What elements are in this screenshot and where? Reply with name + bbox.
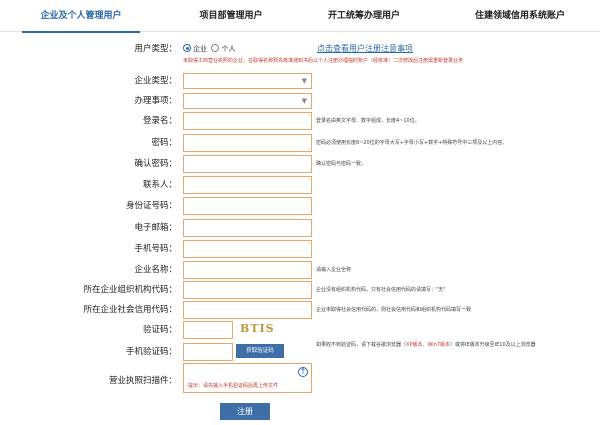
- user-type-row: 用户类型： 企业 个人 点击查看用户注册注意事项: [0, 43, 600, 55]
- registration-notice-link[interactable]: 点击查看用户注册注意事项: [317, 43, 413, 55]
- email-label: 电子邮箱：: [134, 223, 177, 233]
- password-label: 密码：: [151, 138, 177, 148]
- confirm-password-hint: 确认密码与密码一致。: [316, 161, 367, 167]
- sms-code-input[interactable]: [183, 343, 233, 361]
- id-number-label: 身份证号码：: [125, 201, 177, 211]
- phone-input[interactable]: [183, 240, 312, 258]
- password-hint: 密码必须使用长度8~20位的字母大写+字母小写+数字+特殊符号中三项及以上内容。: [316, 140, 508, 146]
- contact-row: 联系人：: [0, 176, 600, 194]
- password-row: 密码： 密码必须使用长度8~20位的字母大写+字母小写+数字+特殊符号中三项及以…: [0, 134, 600, 152]
- chevron-down-icon: ▼: [301, 97, 307, 105]
- upload-arrow-icon[interactable]: ↑: [298, 367, 308, 377]
- company-type-label: 企业类型：: [134, 76, 177, 86]
- business-item-row: 办理事项： ▼: [0, 92, 600, 110]
- license-scan-label: 营业执照扫描件：: [108, 376, 177, 386]
- credit-code-hint: 企业未取得社会信用代码的，则社会信用代码和组织机构代码填写一致: [316, 307, 472, 313]
- password-input[interactable]: [183, 134, 312, 152]
- credit-code-input[interactable]: [183, 301, 312, 319]
- phone-label: 手机号码：: [134, 244, 177, 254]
- sms-code-label: 手机验证码：: [125, 347, 177, 357]
- sms-hint-text-a: 如果收不到验证码，请下载谷歌浏览器（: [316, 342, 407, 348]
- radio-enterprise[interactable]: [183, 44, 191, 52]
- company-name-input[interactable]: [183, 261, 312, 279]
- login-name-label: 登录名：: [142, 116, 177, 126]
- radio-personal[interactable]: [211, 44, 220, 52]
- company-name-row: 企业名称： 请输入企业全称: [0, 261, 600, 279]
- phone-row: 手机号码：: [0, 240, 600, 258]
- tab-bar: 企业及个人管理用户 项目部管理用户 开工统筹办理用户 住建领域信用系统账户: [0, 0, 600, 33]
- org-code-row: 所在企业组织机构代码： 企业没有组织机构代码，只有社会信用代码的请填写："无": [0, 281, 600, 299]
- sms-hint-versions: XP版本、Win7版本: [406, 342, 451, 348]
- contact-label: 联系人：: [142, 180, 177, 190]
- company-type-select[interactable]: ▼: [183, 73, 312, 89]
- org-code-hint: 企业没有组织机构代码，只有社会信用代码的请填写："无": [316, 287, 446, 293]
- tab-construction-coordination-users[interactable]: 开工统筹办理用户: [305, 0, 423, 32]
- captcha-input[interactable]: [183, 321, 233, 339]
- id-number-row: 身份证号码：: [0, 197, 600, 215]
- login-name-input[interactable]: [183, 112, 312, 130]
- captcha-label: 验证码：: [142, 325, 177, 335]
- user-type-label: 用户类型：: [134, 44, 177, 54]
- confirm-password-label: 确认密码：: [134, 159, 177, 169]
- user-type-radio-group: 企业 个人: [183, 43, 235, 55]
- login-name-row: 登录名： 登录名由英文字母、数字组成，长度4~10位。: [0, 112, 600, 130]
- tab-enterprise-personal-users[interactable]: 企业及个人管理用户: [22, 0, 140, 33]
- registration-warning-note: 未取得工商营业执照的企业，在取得名称预先核准通知书后以个人注册办理临时账户（经核…: [183, 58, 464, 64]
- confirm-password-row: 确认密码： 确认密码与密码一致。: [0, 155, 600, 173]
- login-name-hint: 登录名由英文字母、数字组成，长度4~10位。: [316, 118, 420, 124]
- license-upload-box[interactable]: ↑ 提示：请先输入手机验证码后再上传文件: [183, 363, 312, 393]
- id-number-input[interactable]: [183, 197, 312, 215]
- register-button[interactable]: 注册: [220, 403, 270, 420]
- tab-project-department-users[interactable]: 项目部管理用户: [172, 0, 290, 32]
- company-name-label: 企业名称：: [134, 265, 177, 275]
- org-code-input[interactable]: [183, 281, 312, 299]
- sms-hint-text-b: ）或将IE版本升级至IE10及以上浏览器: [450, 342, 536, 348]
- business-item-select[interactable]: ▼: [183, 93, 312, 109]
- confirm-password-input[interactable]: [183, 155, 312, 173]
- captcha-image[interactable]: BTIS: [240, 322, 275, 335]
- credit-code-row: 所在企业社会信用代码： 企业未取得社会信用代码的，则社会信用代码和组织机构代码填…: [0, 301, 600, 319]
- contact-input[interactable]: [183, 176, 312, 194]
- org-code-label: 所在企业组织机构代码：: [83, 285, 177, 295]
- email-row: 电子邮箱：: [0, 219, 600, 237]
- company-type-row: 企业类型： ▼: [0, 72, 600, 90]
- tab-credit-system-account[interactable]: 住建领域信用系统账户: [447, 0, 593, 32]
- get-sms-code-button[interactable]: 获取验证码: [236, 344, 284, 358]
- credit-code-label: 所在企业社会信用代码：: [83, 305, 177, 315]
- chevron-down-icon: ▼: [301, 77, 307, 85]
- radio-personal-label: 个人: [221, 45, 236, 53]
- business-item-label: 办理事项：: [134, 96, 177, 106]
- company-name-hint: 请输入企业全称: [316, 267, 352, 273]
- email-input[interactable]: [183, 219, 312, 237]
- radio-enterprise-label: 企业: [193, 45, 207, 53]
- captcha-row: 验证码： BTIS: [0, 321, 600, 339]
- sms-code-row: 手机验证码： 获取验证码 如果收不到验证码，请下载谷歌浏览器（XP版本、Win7…: [0, 341, 600, 361]
- upload-hint: 提示：请先输入手机验证码后再上传文件: [188, 383, 279, 389]
- sms-code-hint: 如果收不到验证码，请下载谷歌浏览器（XP版本、Win7版本）或将IE版本升级至I…: [316, 341, 598, 349]
